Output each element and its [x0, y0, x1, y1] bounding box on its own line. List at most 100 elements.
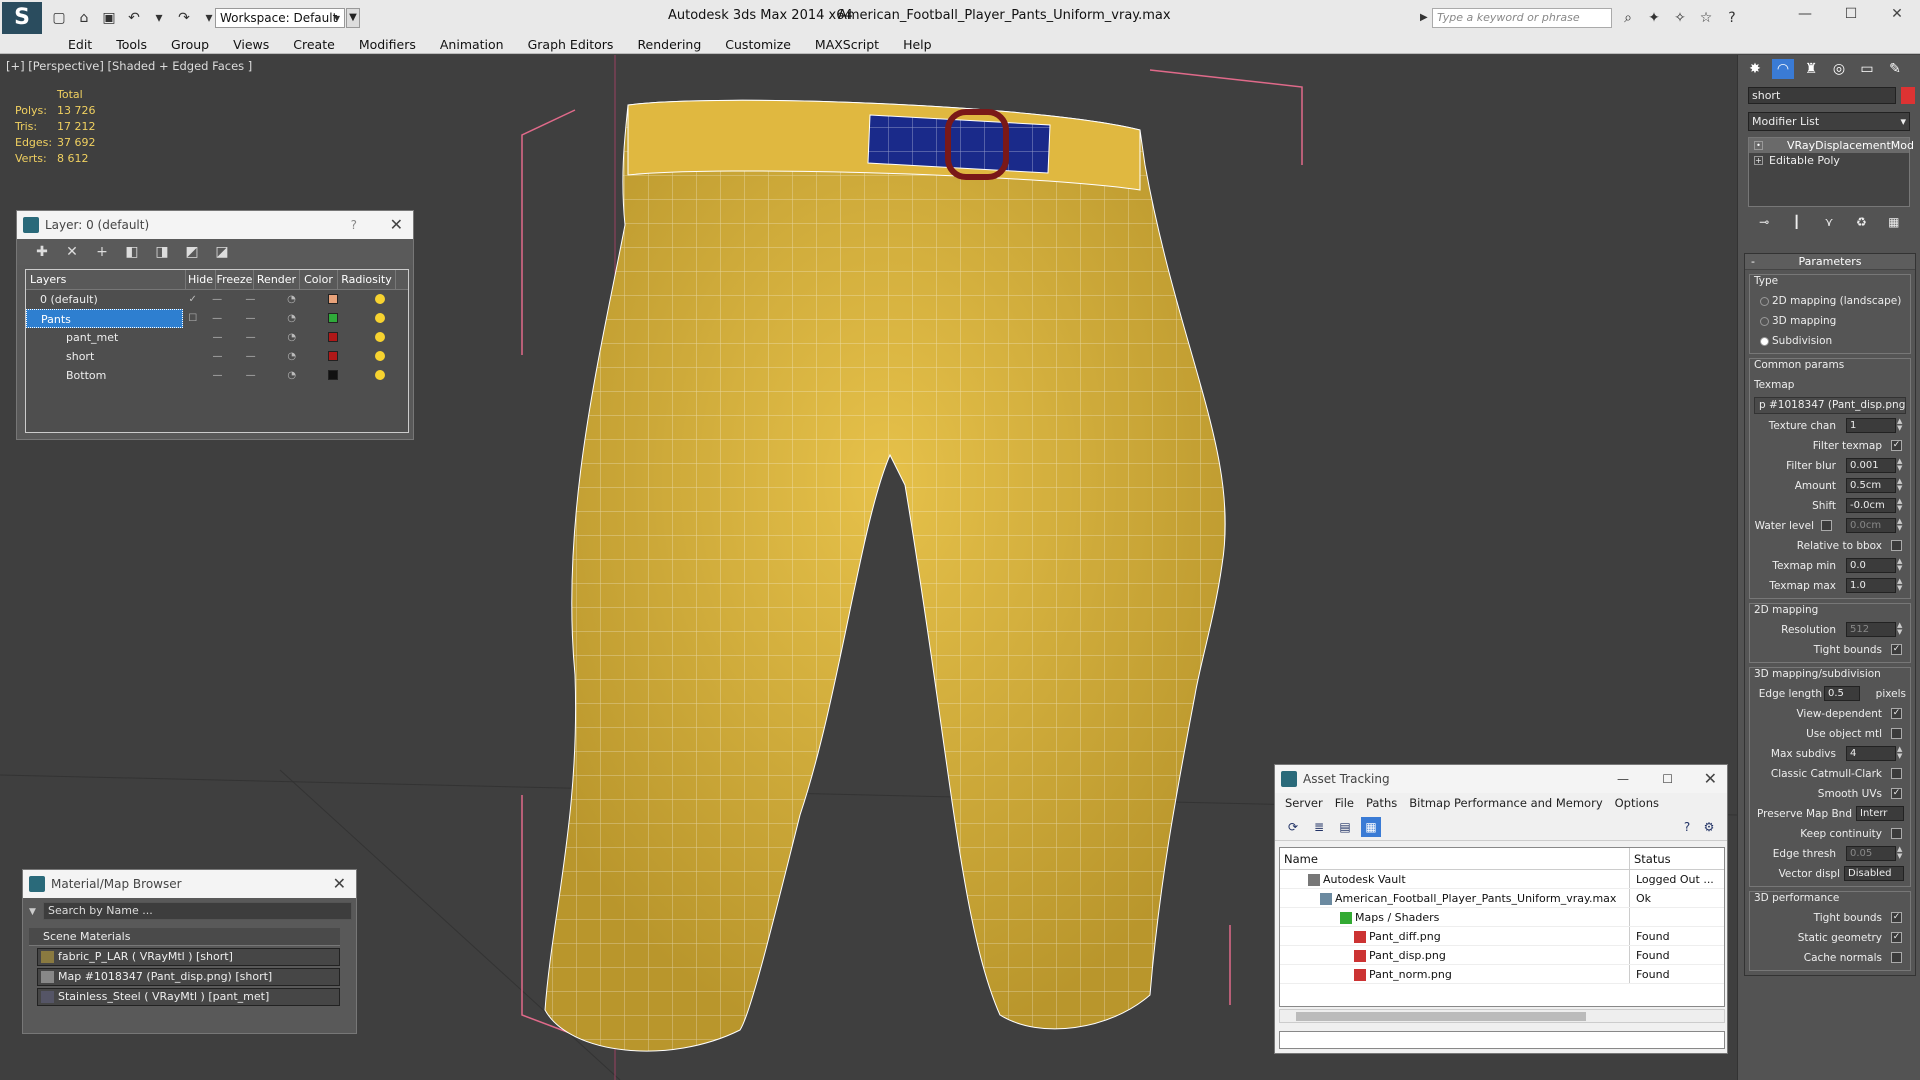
type-subdivision-radio[interactable]: Subdivision	[1754, 333, 1906, 349]
spinner-icon[interactable]: ▲ ▼	[1897, 558, 1906, 573]
amount-input[interactable]: 0.5cm	[1846, 478, 1896, 493]
subscription-icon[interactable]: ✦	[1644, 8, 1664, 28]
layer-row[interactable]: short — — ◔	[26, 347, 408, 366]
hide-toggle[interactable]: —	[203, 366, 232, 385]
col-color[interactable]: Color	[300, 270, 338, 289]
save-icon[interactable]: ▣	[98, 7, 120, 29]
undo-icon[interactable]: ↶	[123, 7, 145, 29]
object-name[interactable]: Bottom	[26, 366, 183, 385]
hierarchy-tab-icon[interactable]: ♜	[1800, 59, 1822, 79]
material-item[interactable]: Stainless_Steel ( VRayMtl ) [pant_met]	[37, 988, 340, 1006]
col-status[interactable]: Status	[1630, 848, 1671, 869]
help-button[interactable]: ?	[351, 211, 357, 239]
asset-row[interactable]: Pant_disp.png Found	[1280, 946, 1724, 965]
shift-input[interactable]: -0.0cm	[1846, 498, 1896, 513]
thumbnail-view-icon[interactable]: ▤	[1335, 817, 1355, 837]
layer-name[interactable]: 0 (default)	[26, 290, 183, 309]
asset-tracking-titlebar[interactable]: Asset Tracking — ☐ ✕	[1275, 765, 1727, 793]
modify-tab-icon[interactable]: ◠	[1772, 59, 1794, 79]
perf-tight-bounds-checkbox[interactable]: ✓	[1891, 912, 1902, 923]
preserve-map-bnd-dropdown[interactable]: Interr	[1856, 806, 1904, 821]
filter-blur-input[interactable]: 0.001	[1846, 458, 1896, 473]
render-teapot-icon[interactable]: ◔	[269, 347, 314, 366]
cache-normals-checkbox[interactable]	[1891, 952, 1902, 963]
menu-help[interactable]: Help	[891, 36, 944, 53]
freeze-toggle[interactable]: —	[232, 309, 269, 328]
use-object-mtl-checkbox[interactable]	[1891, 728, 1902, 739]
spinner-icon[interactable]: ▲ ▼	[1897, 846, 1906, 861]
radiosity-bulb-icon[interactable]	[374, 351, 385, 361]
spinner-icon[interactable]: ▲ ▼	[1897, 578, 1906, 593]
col-freeze[interactable]: Freeze	[216, 270, 254, 289]
table-view-icon[interactable]: ▦	[1361, 816, 1381, 837]
new-layer-icon[interactable]: ✚	[31, 241, 53, 263]
menu-paths[interactable]: Paths	[1360, 793, 1403, 813]
menu-modifiers[interactable]: Modifiers	[347, 36, 428, 53]
col-radiosity[interactable]: Radiosity	[338, 270, 396, 289]
select-objects-icon[interactable]: ◧	[121, 241, 143, 263]
view-dependent-checkbox[interactable]: ✓	[1891, 708, 1902, 719]
maximize-button[interactable]: ☐	[1662, 765, 1673, 793]
asset-row[interactable]: Pant_diff.png Found	[1280, 927, 1724, 946]
close-icon[interactable]: ✕	[390, 211, 403, 239]
stack-item-vraydisplacement[interactable]: • VRayDisplacementMod	[1749, 138, 1914, 153]
remove-modifier-icon[interactable]: ♻	[1851, 215, 1871, 235]
spinner-icon[interactable]: ▲ ▼	[1897, 478, 1906, 493]
utilities-tab-icon[interactable]: ✎	[1884, 59, 1906, 79]
spinner-icon[interactable]: ▲ ▼	[1897, 622, 1906, 637]
layer-row[interactable]: pant_met — — ◔	[26, 328, 408, 347]
minimize-button[interactable]: —	[1782, 0, 1828, 30]
radiosity-bulb-icon[interactable]	[374, 313, 385, 323]
render-teapot-icon[interactable]: ◔	[269, 366, 314, 385]
refresh-icon[interactable]: ⟳	[1283, 817, 1303, 837]
hide-toggle[interactable]: —	[203, 328, 232, 347]
stack-item-editable-poly[interactable]: + Editable Poly	[1749, 153, 1909, 168]
render-teapot-icon[interactable]: ◔	[269, 309, 314, 328]
minimize-button[interactable]: —	[1617, 765, 1629, 793]
menu-options[interactable]: Options	[1609, 793, 1665, 813]
keep-continuity-checkbox[interactable]	[1891, 828, 1902, 839]
spinner-icon[interactable]: ▲ ▼	[1897, 746, 1906, 761]
menu-tools[interactable]: Tools	[104, 36, 159, 53]
hide-toggle[interactable]: —	[202, 290, 231, 309]
water-level-input[interactable]: 0.0cm	[1846, 518, 1896, 533]
horizontal-scrollbar[interactable]	[1279, 1009, 1725, 1023]
bulb-icon[interactable]: •	[1754, 141, 1763, 150]
menu-graph-editors[interactable]: Graph Editors	[516, 36, 626, 53]
relative-bbox-checkbox[interactable]	[1891, 540, 1902, 551]
new-file-icon[interactable]: ▢	[48, 7, 70, 29]
filter-texmap-checkbox[interactable]: ✓	[1891, 440, 1902, 451]
render-teapot-icon[interactable]: ◔	[269, 290, 314, 309]
delete-layer-icon[interactable]: ✕	[61, 241, 83, 263]
col-name[interactable]: Name	[1280, 848, 1630, 869]
spinner-icon[interactable]: ▲ ▼	[1897, 498, 1906, 513]
radiosity-bulb-icon[interactable]	[374, 370, 385, 380]
water-level-checkbox[interactable]	[1821, 520, 1832, 531]
display-tab-icon[interactable]: ▭	[1856, 59, 1878, 79]
hide-toggle[interactable]: —	[203, 347, 232, 366]
maximize-button[interactable]: ☐	[1828, 0, 1874, 30]
layer-name[interactable]: Pants	[26, 309, 183, 328]
redo-icon[interactable]: ↷	[173, 7, 195, 29]
object-name[interactable]: pant_met	[26, 328, 183, 347]
render-teapot-icon[interactable]: ◔	[269, 328, 314, 347]
asset-row[interactable]: Pant_norm.png Found	[1280, 965, 1724, 984]
menu-animation[interactable]: Animation	[428, 36, 516, 53]
texmap-max-input[interactable]: 1.0	[1846, 578, 1896, 593]
layer-color-swatch[interactable]	[327, 313, 338, 323]
add-to-layer-icon[interactable]: +	[91, 241, 113, 263]
spinner-icon[interactable]: ▲ ▼	[1897, 458, 1906, 473]
static-geometry-checkbox[interactable]: ✓	[1891, 932, 1902, 943]
menu-rendering[interactable]: Rendering	[625, 36, 713, 53]
viewport-label[interactable]: [+] [Perspective] [Shaded + Edged Faces …	[6, 59, 252, 73]
material-browser-titlebar[interactable]: Material/Map Browser ✕	[23, 870, 356, 898]
help-icon[interactable]: ?	[1722, 8, 1742, 28]
search-expand-icon[interactable]: ▶	[1420, 8, 1432, 28]
binoculars-icon[interactable]: ⌕	[1618, 8, 1638, 28]
current-layer-check[interactable]: ☐	[183, 309, 203, 328]
resolution-input[interactable]: 512	[1846, 622, 1896, 637]
settings-icon[interactable]: ⚙	[1699, 817, 1719, 837]
hide-all-icon[interactable]: ◩	[181, 241, 203, 263]
menu-edit[interactable]: Edit	[56, 36, 104, 53]
list-view-icon[interactable]: ≣	[1309, 817, 1329, 837]
